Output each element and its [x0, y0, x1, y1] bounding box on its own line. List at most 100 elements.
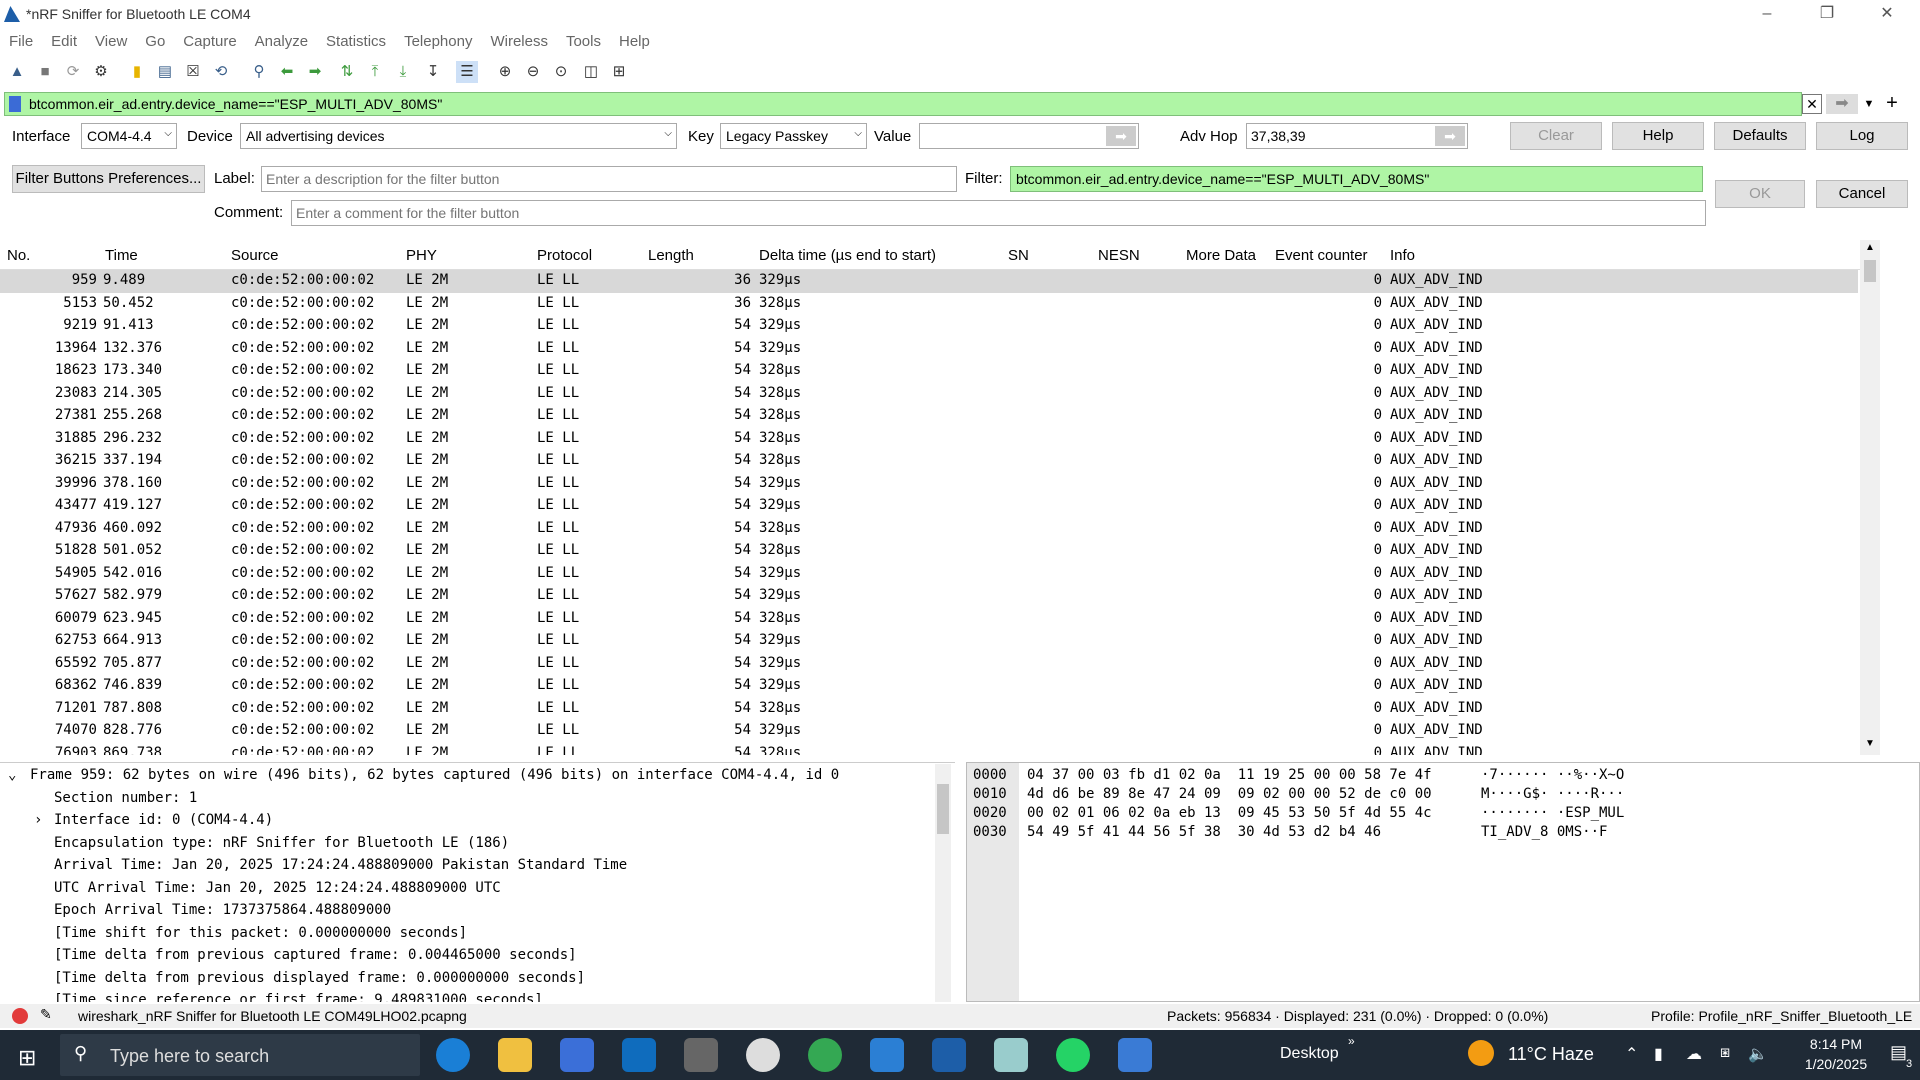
close-file-icon[interactable]: ☒ — [182, 61, 204, 83]
save-file-icon[interactable]: ▤ — [154, 61, 176, 83]
filter-button-expression-input[interactable]: btcommon.eir_ad.entry.device_name=="ESP_… — [1010, 166, 1703, 192]
packet-row[interactable]: 74070 828.776 c0:de:52:00:00:02 LE 2M LE LL 5… — [0, 720, 1858, 743]
menu-wireless[interactable]: Wireless — [481, 30, 557, 53]
advhop-input[interactable]: 37,38,39 ➡ — [1246, 123, 1468, 149]
filter-history-icon[interactable]: ▼ — [1860, 94, 1878, 114]
packet-row[interactable]: 959 9.489 c0:de:52:00:00:02 LE 2M LE LL 36 329… — [0, 270, 1858, 293]
chevron-right-icon[interactable]: › — [34, 812, 42, 828]
find-packet-icon[interactable]: ⚲ — [248, 61, 270, 83]
taskbar-search-box[interactable]: ⚲ Type here to search — [60, 1034, 420, 1076]
menu-view[interactable]: View — [86, 30, 136, 53]
hex-bytes[interactable]: 04 37 00 03 fb d1 02 0a 11 19 25 00 00 5… — [1027, 767, 1432, 783]
packet-row[interactable]: 18623 173.340 c0:de:52:00:00:02 LE 2M LE LL 5… — [0, 360, 1858, 383]
key-select[interactable]: Legacy Passkey ⌵ — [720, 123, 867, 149]
print-icon[interactable] — [684, 1038, 718, 1072]
col-time[interactable]: Time — [105, 247, 138, 264]
bookmark-icon[interactable] — [9, 96, 21, 112]
stop-capture-icon[interactable]: ■ — [34, 61, 56, 83]
go-to-packet-icon[interactable]: ⇅ — [336, 61, 358, 83]
detail-row[interactable]: Epoch Arrival Time: 1737375864.488809000 — [54, 902, 391, 918]
outlook-icon[interactable] — [622, 1038, 656, 1072]
detail-row[interactable]: Interface id: 0 (COM4-4.4) — [54, 812, 273, 828]
col-length[interactable]: Length — [648, 247, 694, 264]
notifications-icon[interactable]: ▤ — [1890, 1042, 1907, 1063]
scroll-up-icon[interactable]: ▲ — [1865, 242, 1875, 253]
clear-filter-icon[interactable]: ✕ — [1802, 94, 1822, 114]
help-button[interactable]: Help — [1612, 122, 1704, 150]
show-hidden-icons-icon[interactable]: ⌃ — [1625, 1044, 1638, 1064]
defaults-button[interactable]: Defaults — [1714, 122, 1806, 150]
packet-row[interactable]: 31885 296.232 c0:de:52:00:00:02 LE 2M LE LL 5… — [0, 428, 1858, 451]
packet-row[interactable]: 54905 542.016 c0:de:52:00:00:02 LE 2M LE LL 5… — [0, 563, 1858, 586]
whatsapp-icon[interactable] — [1056, 1038, 1090, 1072]
resize-columns-icon[interactable]: ◫ — [580, 61, 602, 83]
detail-row[interactable]: UTC Arrival Time: Jan 20, 2025 12:24:24.… — [54, 880, 501, 896]
file-explorer-icon[interactable] — [498, 1038, 532, 1072]
filter-comment-input[interactable] — [291, 200, 1706, 226]
first-packet-icon[interactable]: ⤒ — [364, 61, 386, 83]
edge-icon[interactable] — [436, 1038, 470, 1072]
windows-start-icon[interactable]: ⊞ — [18, 1045, 36, 1071]
apply-advhop-icon[interactable]: ➡ — [1435, 126, 1465, 146]
detail-row[interactable]: Arrival Time: Jan 20, 2025 17:24:24.4888… — [54, 857, 627, 873]
packet-row[interactable]: 5153 50.452 c0:de:52:00:00:02 LE 2M LE LL 36 3… — [0, 293, 1858, 316]
hex-ascii[interactable]: M····G$· ····R··· — [1481, 786, 1624, 802]
detail-row[interactable]: [Time delta from previous displayed fram… — [54, 970, 585, 986]
last-packet-icon[interactable]: ⤓ — [392, 61, 414, 83]
clock-date[interactable]: 1/20/2025 — [1788, 1056, 1884, 1072]
colorize-icon[interactable]: ☰ — [456, 61, 478, 83]
scroll-thumb[interactable] — [1864, 260, 1876, 282]
menu-capture[interactable]: Capture — [174, 30, 245, 53]
zoom-in-icon[interactable]: ⊕ — [494, 61, 516, 83]
packet-row[interactable]: 47936 460.092 c0:de:52:00:00:02 LE 2M LE LL 5… — [0, 518, 1858, 541]
packet-row[interactable]: 71201 787.808 c0:de:52:00:00:02 LE 2M LE LL 5… — [0, 698, 1858, 721]
col-phy[interactable]: PHY — [406, 247, 437, 264]
col-nesn[interactable]: NESN — [1098, 247, 1140, 264]
detail-row[interactable]: [Time delta from previous captured frame… — [54, 947, 577, 963]
packet-row[interactable]: 62753 664.913 c0:de:52:00:00:02 LE 2M LE LL 5… — [0, 630, 1858, 653]
autoscroll-icon[interactable]: ↧ — [422, 61, 444, 83]
go-forward-icon[interactable]: ➡ — [304, 61, 326, 83]
ok-button[interactable]: OK — [1715, 180, 1805, 208]
menu-analyze[interactable]: Analyze — [246, 30, 317, 53]
value-input[interactable]: ➡ — [919, 123, 1139, 149]
hex-ascii[interactable]: TI_ADV_8 0MS··F — [1481, 824, 1607, 840]
packet-row[interactable]: 68362 746.839 c0:de:52:00:00:02 LE 2M LE LL 5… — [0, 675, 1858, 698]
apply-filter-icon[interactable]: ➡ — [1826, 94, 1858, 114]
wifi-icon[interactable]: ⧆ — [1720, 1044, 1730, 1062]
wireshark-icon[interactable] — [932, 1038, 966, 1072]
store-icon[interactable] — [560, 1038, 594, 1072]
hex-ascii[interactable]: ········ ·ESP_MUL — [1481, 805, 1624, 821]
profile-name[interactable]: Profile: Profile_nRF_Sniffer_Bluetooth_L… — [1651, 1008, 1912, 1024]
col-more-data[interactable]: More Data — [1186, 247, 1256, 264]
menu-tools[interactable]: Tools — [557, 30, 610, 53]
detail-row[interactable]: Frame 959: 62 bytes on wire (496 bits), … — [30, 767, 839, 783]
packet-row[interactable]: 60079 623.945 c0:de:52:00:00:02 LE 2M LE LL 5… — [0, 608, 1858, 631]
menu-edit[interactable]: Edit — [42, 30, 86, 53]
packet-row[interactable]: 39996 378.160 c0:de:52:00:00:02 LE 2M LE LL 5… — [0, 473, 1858, 496]
packet-list-scrollbar[interactable]: ▲ ▼ — [1860, 240, 1880, 755]
packet-row[interactable]: 13964 132.376 c0:de:52:00:00:02 LE 2M LE LL 5… — [0, 338, 1858, 361]
col-source[interactable]: Source — [231, 247, 279, 264]
packet-row[interactable]: 51828 501.052 c0:de:52:00:00:02 LE 2M LE LL 5… — [0, 540, 1858, 563]
battery-icon[interactable]: ▮ — [1654, 1044, 1663, 1064]
col-info[interactable]: Info — [1390, 247, 1415, 264]
expand-collapse-icon[interactable]: ⌄ — [8, 767, 16, 783]
display-filter-input[interactable]: btcommon.eir_ad.entry.device_name=="ESP_… — [29, 96, 442, 112]
clear-button[interactable]: Clear — [1510, 122, 1602, 150]
details-scroll-thumb[interactable] — [937, 784, 949, 834]
packet-row[interactable]: 9219 91.413 c0:de:52:00:00:02 LE 2M LE LL 54 3… — [0, 315, 1858, 338]
filter-label-input[interactable] — [261, 166, 957, 192]
network-icon[interactable]: ☁ — [1686, 1044, 1702, 1064]
hex-bytes[interactable]: 00 02 01 06 02 0a eb 13 09 45 53 50 5f 4… — [1027, 805, 1432, 821]
display-filter-bar[interactable]: btcommon.eir_ad.entry.device_name=="ESP_… — [4, 92, 1802, 116]
cancel-button[interactable]: Cancel — [1816, 180, 1908, 208]
notepad-icon[interactable] — [994, 1038, 1028, 1072]
weather-icon[interactable] — [1468, 1040, 1494, 1066]
menu-go[interactable]: Go — [136, 30, 174, 53]
scroll-down-icon[interactable]: ▼ — [1865, 738, 1875, 749]
maximize-button[interactable]: ❐ — [1804, 0, 1850, 30]
hex-offset[interactable]: 0020 — [973, 805, 1007, 821]
detail-row[interactable]: Encapsulation type: nRF Sniffer for Blue… — [54, 835, 509, 851]
edit-comment-icon[interactable]: ✎ — [40, 1006, 52, 1023]
